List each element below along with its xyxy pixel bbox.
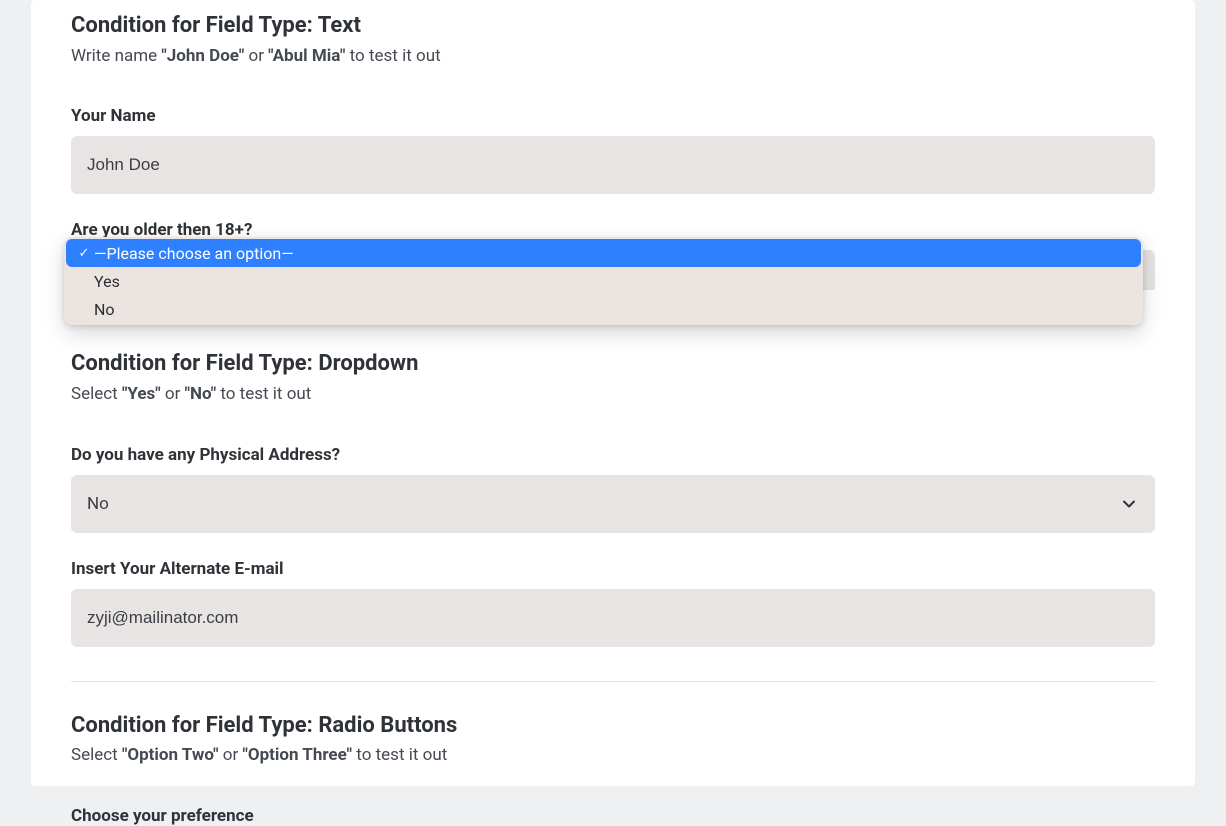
physical-address-label: Do you have any Physical Address? bbox=[71, 445, 1155, 465]
preference-label: Choose your preference bbox=[71, 806, 1155, 826]
section-text-desc-b1: "John Doe" bbox=[161, 46, 244, 66]
section-radio-desc-pre: Select bbox=[71, 745, 122, 765]
section-text-desc: Write name "John Doe" or "Abul Mia" to t… bbox=[71, 45, 1155, 69]
section-dropdown-desc-b2: "No" bbox=[185, 384, 217, 404]
section-dropdown-desc-mid: or bbox=[161, 384, 185, 404]
age-option-placeholder[interactable]: ✓ —Please choose an option— bbox=[66, 239, 1141, 267]
section-dropdown-desc-b1: "Yes" bbox=[122, 384, 161, 404]
age-option-placeholder-label: —Please choose an option— bbox=[94, 244, 294, 263]
section-radio-desc-b2: "Option Three" bbox=[242, 745, 352, 765]
section-text-desc-post: to test it out bbox=[345, 46, 440, 66]
section-dropdown-desc-post: to test it out bbox=[216, 384, 311, 404]
age-dropdown-popup: ✓ —Please choose an option— ✓ Yes ✓ No bbox=[64, 237, 1143, 325]
age-option-yes[interactable]: ✓ Yes bbox=[66, 267, 1141, 295]
section-radio-title: Condition for Field Type: Radio Buttons bbox=[71, 712, 1155, 741]
form-card: Condition for Field Type: Text Write nam… bbox=[31, 0, 1195, 786]
section-text-desc-pre: Write name bbox=[71, 46, 161, 66]
section-radio-desc: Select "Option Two" or "Option Three" to… bbox=[71, 744, 1155, 768]
physical-address-select[interactable]: No bbox=[71, 475, 1155, 533]
section-dropdown-title: Condition for Field Type: Dropdown bbox=[71, 350, 1155, 379]
age-option-yes-label: Yes bbox=[94, 272, 120, 291]
section-text-desc-b2: "Abul Mia" bbox=[268, 46, 345, 66]
section-dropdown-desc: Select "Yes" or "No" to test it out bbox=[71, 383, 1155, 407]
name-label: Your Name bbox=[71, 106, 1155, 126]
alt-email-input[interactable] bbox=[71, 589, 1155, 647]
alt-email-label: Insert Your Alternate E-mail bbox=[71, 559, 1155, 579]
check-icon: ✓ bbox=[76, 246, 92, 261]
section-dropdown-desc-pre: Select bbox=[71, 384, 122, 404]
section-radio-desc-post: to test it out bbox=[352, 745, 447, 765]
section-radio-desc-b1: "Option Two" bbox=[122, 745, 219, 765]
physical-address-value: No bbox=[87, 494, 109, 514]
age-option-no[interactable]: ✓ No bbox=[66, 295, 1141, 323]
section-radio-desc-mid: or bbox=[219, 745, 243, 765]
section-text-desc-mid: or bbox=[244, 46, 268, 66]
name-input[interactable] bbox=[71, 136, 1155, 194]
age-option-no-label: No bbox=[94, 300, 115, 319]
chevron-down-icon bbox=[1119, 494, 1139, 514]
section-text-title: Condition for Field Type: Text bbox=[71, 12, 1155, 41]
